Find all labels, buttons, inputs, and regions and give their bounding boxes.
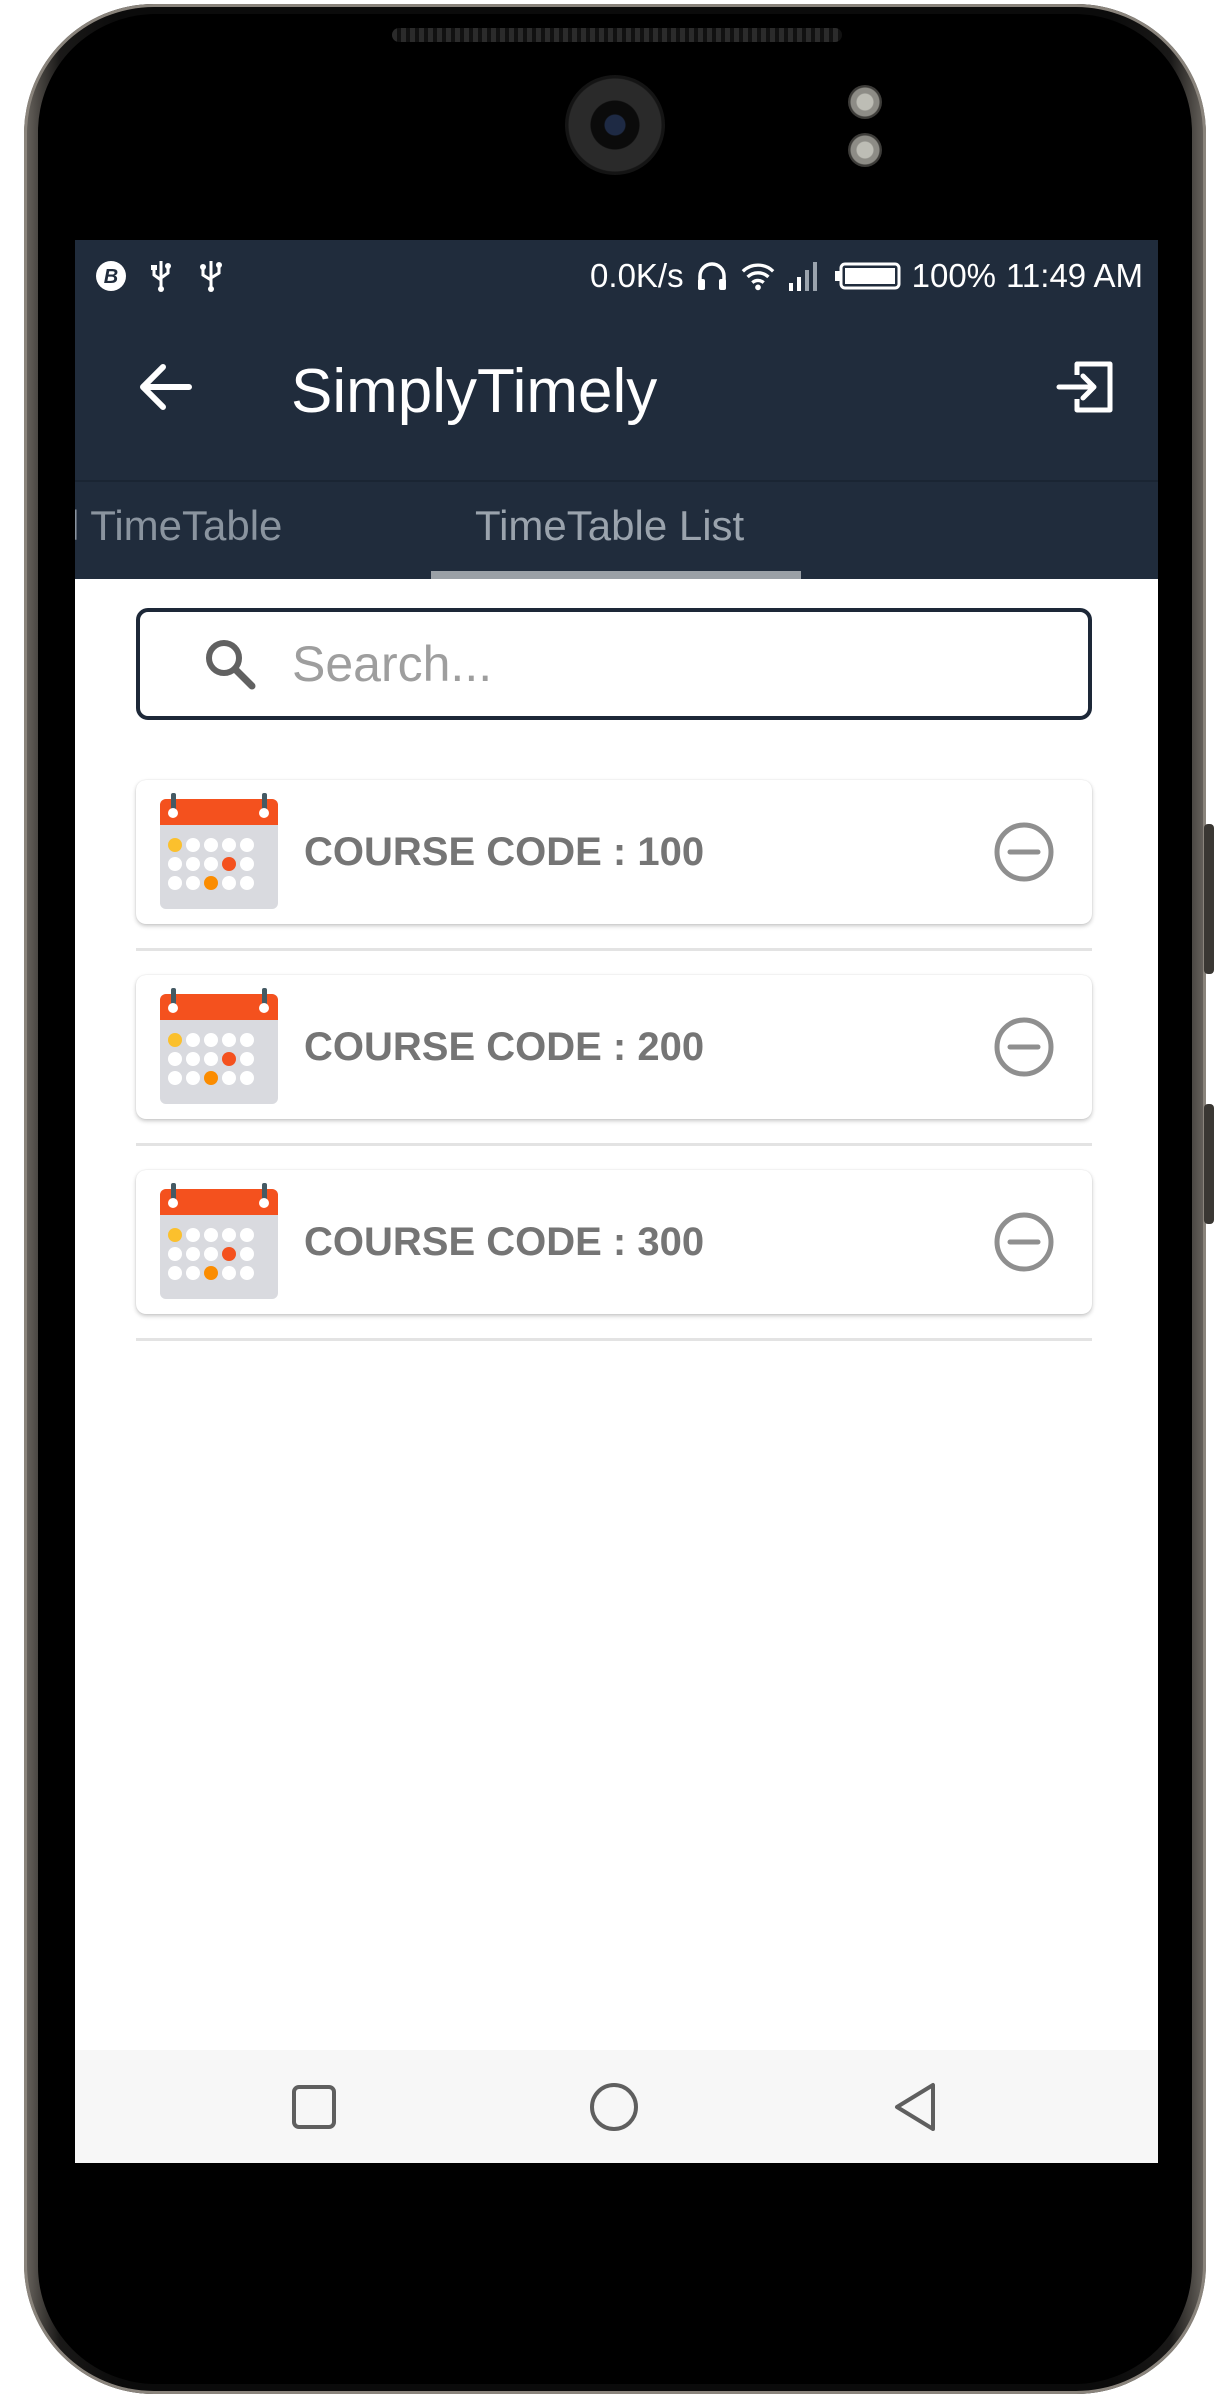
- calendar-icon: [160, 793, 278, 909]
- power-button: [1204, 1104, 1214, 1224]
- back-nav-button[interactable]: [883, 2075, 947, 2139]
- app-bar: SimplyTimely: [75, 312, 1158, 480]
- front-camera: [565, 75, 665, 175]
- battery-percent: 100%: [911, 257, 997, 294]
- recents-button[interactable]: [282, 2075, 346, 2139]
- app-title: SimplyTimely: [291, 357, 658, 426]
- home-button[interactable]: [582, 2075, 646, 2139]
- search-icon: [200, 634, 260, 694]
- list-item: COURSE CODE : 300: [136, 1170, 1092, 1365]
- course-list: COURSE CODE : 100 COURSE CODE: 200 COUR…: [136, 780, 1092, 1365]
- battery-icon: [832, 258, 902, 294]
- status-bar: B 0.0K/s 100% 11:49 AM: [75, 240, 1158, 312]
- search-input[interactable]: [290, 634, 994, 694]
- minus-circle-icon: [994, 822, 1054, 882]
- volume-button: [1204, 824, 1214, 974]
- tab-indicator: [431, 571, 801, 579]
- search-box[interactable]: [136, 608, 1092, 720]
- signal-icon: [786, 258, 822, 294]
- exit-to-app-icon: [1055, 359, 1115, 420]
- list-divider: [136, 948, 1092, 951]
- list-item: COURSE CODE : 200: [136, 975, 1092, 1170]
- headphones-icon: [694, 258, 730, 294]
- light-sensor: [848, 133, 882, 167]
- list-item: COURSE CODE : 100: [136, 780, 1092, 975]
- calendar-icon: [160, 1183, 278, 1299]
- recents-square-icon: [292, 2085, 336, 2129]
- back-button[interactable]: [130, 354, 200, 424]
- proximity-sensor: [848, 85, 882, 119]
- arrow-left-icon: [137, 363, 193, 416]
- tab-bar: l TimeTable TimeTable List: [75, 480, 1158, 579]
- wifi-icon: [740, 258, 776, 294]
- course-card[interactable]: COURSE CODE : 100: [136, 780, 1092, 924]
- course-code-label: COURSE CODE : 100: [304, 829, 705, 874]
- clock: 11:49 AM: [1006, 257, 1143, 294]
- app-screen: B 0.0K/s 100% 11:49 AM SimplyTimely l Ti…: [75, 240, 1158, 2163]
- network-speed: 0.0K/s: [590, 257, 684, 294]
- exit-button[interactable]: [1050, 354, 1120, 424]
- course-card[interactable]: COURSE CODE : 300: [136, 1170, 1092, 1314]
- minus-circle-icon: [994, 1212, 1054, 1272]
- calendar-icon: [160, 988, 278, 1104]
- tab-timetable-list[interactable]: TimeTable List: [475, 502, 744, 550]
- course-card[interactable]: COURSE CODE : 200: [136, 975, 1092, 1119]
- remove-button[interactable]: [992, 1210, 1056, 1274]
- home-circle-icon: [590, 2083, 638, 2131]
- earpiece-speaker: [392, 28, 842, 42]
- remove-button[interactable]: [992, 820, 1056, 884]
- remove-button[interactable]: [992, 1015, 1056, 1079]
- system-nav-bar: [75, 2050, 1158, 2163]
- course-code-label: COURSE CODE : 300: [304, 1219, 705, 1264]
- usb-debug-icon: [193, 258, 229, 294]
- list-divider: [136, 1143, 1092, 1146]
- svg-text:B: B: [104, 266, 118, 288]
- usb-icon: [143, 258, 179, 294]
- list-divider: [136, 1338, 1092, 1341]
- tab-timetable[interactable]: l TimeTable: [75, 502, 282, 550]
- minus-circle-icon: [994, 1017, 1054, 1077]
- b-circle-icon: B: [93, 258, 129, 294]
- back-triangle-icon: [895, 2083, 935, 2131]
- course-code-label: COURSE CODE : 200: [304, 1024, 705, 1069]
